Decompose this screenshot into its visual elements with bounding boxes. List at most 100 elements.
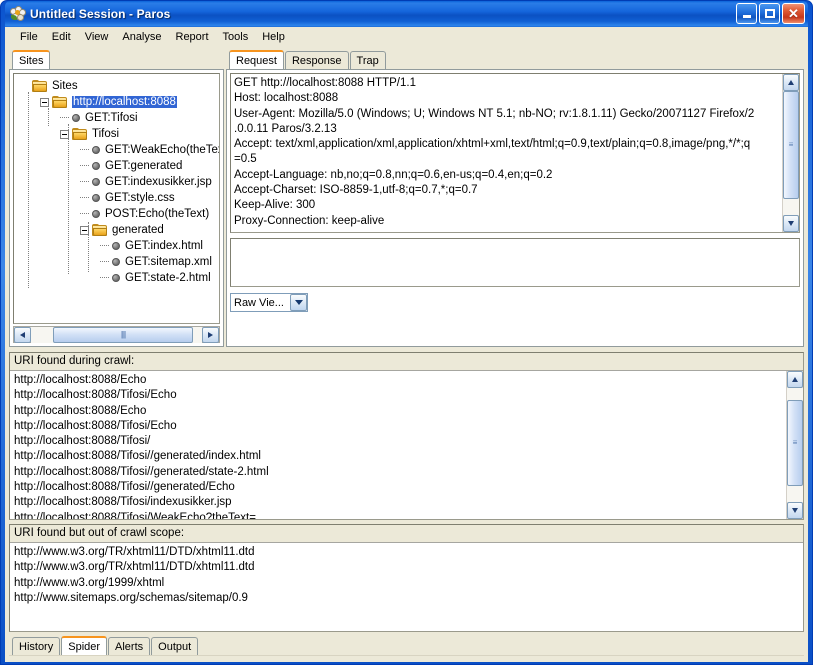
menu-view[interactable]: View <box>78 29 116 45</box>
leaf-node-icon <box>92 210 100 218</box>
out-of-scope-list-item[interactable]: http://www.w3.org/1999/xhtml <box>14 576 799 591</box>
maximize-button[interactable] <box>759 3 780 24</box>
sites-panel: Sites Sites http://localhost:8088 GET:Tifo… <box>9 49 224 347</box>
hscroll-grip-icon: |||| <box>120 330 126 339</box>
tree-indent-spacer <box>80 213 89 215</box>
tab-history-label: History <box>19 640 54 653</box>
hscroll-track[interactable]: |||| <box>31 326 202 343</box>
crawl-list-item[interactable]: http://localhost:8088/Tifosi/Echo <box>14 419 782 434</box>
out-of-scope-list[interactable]: http://www.w3.org/TR/xhtml11/DTD/xhtml11… <box>10 543 803 631</box>
tree-node-label: GET:index.html <box>125 240 203 252</box>
crawl-list-item[interactable]: http://localhost:8088/Tifosi/ <box>14 434 782 449</box>
chevron-down-icon <box>294 300 303 305</box>
crawl-scroll-down-button[interactable] <box>787 502 803 519</box>
tree-node[interactable]: GET:sitemap.xml <box>20 254 219 270</box>
request-scroll-down-button[interactable] <box>783 215 799 232</box>
request-body-view[interactable] <box>230 238 800 287</box>
sites-tabstrip: Sites <box>9 49 224 69</box>
request-tabstrip: Request Response Trap <box>226 49 804 69</box>
sites-tree[interactable]: Sites http://localhost:8088 GET:Tifosi Tifo… <box>14 74 219 323</box>
view-selector-row: Raw Vie... <box>230 293 800 312</box>
request-vertical-scrollbar[interactable]: ≡ <box>782 74 799 232</box>
sites-tree-container[interactable]: Sites http://localhost:8088 GET:Tifosi Tifo… <box>13 73 220 324</box>
scroll-up-arrow-icon <box>792 377 798 382</box>
request-vscroll-thumb[interactable]: ≡ <box>783 91 799 199</box>
out-of-scope-list-item[interactable]: http://www.sitemaps.org/schemas/sitemap/… <box>14 591 799 606</box>
tree-collapse-icon[interactable] <box>40 97 49 107</box>
tab-output[interactable]: Output <box>151 637 199 655</box>
tab-sites-label: Sites <box>19 54 44 67</box>
tree-node-label: GET:WeakEcho(theText) <box>105 144 219 156</box>
tree-node[interactable]: Sites <box>20 78 219 94</box>
menu-tools[interactable]: Tools <box>216 29 256 45</box>
scroll-down-arrow-icon <box>788 221 794 226</box>
minimize-button[interactable] <box>736 3 757 24</box>
tree-node[interactable]: GET:Tifosi <box>20 110 219 126</box>
crawl-list-item[interactable]: http://localhost:8088/Tifosi/indexusikke… <box>14 495 782 510</box>
out-of-scope-list-item[interactable]: http://www.w3.org/TR/xhtml11/DTD/xhtml11… <box>14 560 799 575</box>
crawl-scroll-up-button[interactable] <box>787 371 803 388</box>
tab-request[interactable]: Request <box>229 50 284 69</box>
crawl-list-item[interactable]: http://localhost:8088/Echo <box>14 404 782 419</box>
sites-horizontal-scrollbar[interactable]: |||| <box>13 326 220 343</box>
menu-analyse[interactable]: Analyse <box>115 29 168 45</box>
crawl-list-item[interactable]: http://localhost:8088/Echo <box>14 373 782 388</box>
view-mode-select[interactable]: Raw Vie... <box>230 293 308 312</box>
tree-node[interactable]: GET:index.html <box>20 238 219 254</box>
crawl-list-item[interactable]: http://localhost:8088/Tifosi//generated/… <box>14 449 782 464</box>
paros-application-window: Untitled Session - Paros ✕ File Edit Vie… <box>0 0 813 665</box>
tree-node[interactable]: GET:WeakEcho(theText) <box>20 142 219 158</box>
tab-trap[interactable]: Trap <box>349 51 386 69</box>
tree-node[interactable]: POST:Echo(theText) <box>20 206 219 222</box>
folder-icon <box>52 95 68 109</box>
tree-node[interactable]: generated <box>20 222 219 238</box>
tree-guide-line <box>88 222 89 272</box>
menu-report[interactable]: Report <box>169 29 216 45</box>
out-of-scope-title: URI found but out of crawl scope: <box>10 525 803 543</box>
tree-node[interactable]: GET:style.css <box>20 190 219 206</box>
request-body-text[interactable] <box>231 239 799 243</box>
workspace: Sites Sites http://localhost:8088 GET:Tifo… <box>9 49 804 662</box>
tree-node[interactable]: GET:indexusikker.jsp <box>20 174 219 190</box>
tree-node[interactable]: Tifosi <box>20 126 219 142</box>
scroll-right-arrow-icon <box>208 331 213 338</box>
request-header-view[interactable]: GET http://localhost:8088 HTTP/1.1 Host:… <box>230 73 800 233</box>
crawl-vscroll-track[interactable]: ≡ <box>787 388 803 502</box>
tab-response[interactable]: Response <box>284 51 349 69</box>
scroll-down-arrow-icon <box>792 508 798 513</box>
crawl-vertical-scrollbar[interactable]: ≡ <box>786 371 803 519</box>
tree-node[interactable]: http://localhost:8088 <box>20 94 219 110</box>
tab-history[interactable]: History <box>12 637 61 655</box>
tree-indent-spacer <box>80 165 89 167</box>
request-header-text[interactable]: GET http://localhost:8088 HTTP/1.1 Host:… <box>231 74 782 232</box>
tab-sites[interactable]: Sites <box>12 50 51 69</box>
crawl-list-item[interactable]: http://localhost:8088/Tifosi/WeakEcho?th… <box>14 511 782 519</box>
menu-edit[interactable]: Edit <box>45 29 78 45</box>
tab-alerts[interactable]: Alerts <box>108 637 151 655</box>
crawl-found-list[interactable]: http://localhost:8088/Echo http://localho… <box>10 371 786 519</box>
close-button[interactable]: ✕ <box>782 3 805 24</box>
menu-file[interactable]: File <box>13 29 45 45</box>
tree-node-label: GET:state-2.html <box>125 272 211 284</box>
menu-help[interactable]: Help <box>255 29 292 45</box>
out-of-scope-list-item[interactable]: http://www.w3.org/TR/xhtml11/DTD/xhtml11… <box>14 545 799 560</box>
tree-node-label: GET:Tifosi <box>85 112 138 124</box>
view-mode-dropdown-button[interactable] <box>290 294 307 311</box>
crawl-list-item[interactable]: http://localhost:8088/Tifosi/Echo <box>14 388 782 403</box>
tree-node[interactable]: GET:generated <box>20 158 219 174</box>
tab-spider[interactable]: Spider <box>61 636 108 655</box>
crawl-vscroll-thumb[interactable]: ≡ <box>787 400 803 486</box>
client-area: File Edit View Analyse Report Tools Help… <box>5 27 808 662</box>
tree-node-label: GET:style.css <box>105 192 175 204</box>
crawl-list-item[interactable]: http://localhost:8088/Tifosi//generated/… <box>14 480 782 495</box>
crawl-list-item[interactable]: http://localhost:8088/Tifosi//generated/… <box>14 465 782 480</box>
paros-flower-icon <box>10 6 26 22</box>
hscroll-thumb[interactable]: |||| <box>53 326 193 343</box>
scroll-left-button[interactable] <box>14 326 31 343</box>
scroll-right-button[interactable] <box>202 326 219 343</box>
request-vscroll-track[interactable]: ≡ <box>783 91 799 215</box>
request-scroll-up-button[interactable] <box>783 74 799 91</box>
tree-node[interactable]: GET:state-2.html <box>20 270 219 286</box>
leaf-node-icon <box>92 178 100 186</box>
tree-node-label: generated <box>112 224 164 236</box>
